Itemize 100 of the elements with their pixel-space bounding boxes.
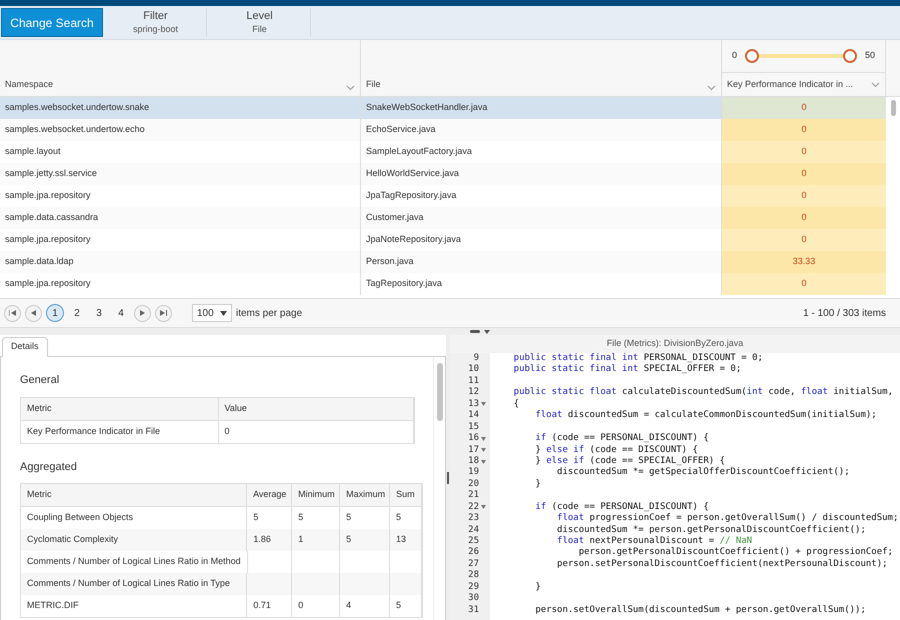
last-page-button[interactable] <box>155 304 172 322</box>
toolbar-item[interactable]: Filter spring-boot <box>105 8 207 37</box>
page-button[interactable]: 2 <box>68 304 86 322</box>
code-line: person.setOverallSum(discountedSum + person.getOverallSum()); <box>534 604 867 616</box>
column-header: Average <box>247 484 292 506</box>
chevron-icon[interactable] <box>871 82 880 88</box>
fold-arrow-icon[interactable] <box>481 436 486 441</box>
code-line: { <box>512 398 520 410</box>
table-row[interactable]: samples.websocket.undertow.snake SnakeWebSocketHandler.java 0 <box>0 97 886 119</box>
slider-thumb[interactable] <box>745 49 760 63</box>
code-line: } else if (code == DISCOUNT) { <box>534 444 699 456</box>
page-button[interactable]: 3 <box>90 304 108 322</box>
line-number: 31 <box>468 604 479 616</box>
line-number: 29 <box>468 582 479 593</box>
line-number: 13 <box>468 398 479 410</box>
table-cell: 5 <box>390 595 422 617</box>
pager-summary: 1 - 100 / 303 items <box>803 306 887 320</box>
chevron-icon[interactable] <box>346 85 355 91</box>
first-page-button[interactable] <box>4 304 21 322</box>
code-line: if (code == PERSONAL_DISCOUNT) { <box>534 433 710 444</box>
line-number: 18 <box>468 456 479 467</box>
items-per-page-label: items per page <box>236 306 302 320</box>
column-header[interactable]: File <box>361 40 722 96</box>
line-number: 10 <box>468 364 479 376</box>
code-line: float progressionCoef = person.getOverallSum() / discountedSum; <box>556 513 900 525</box>
line-number: 16 <box>468 433 479 445</box>
table-cell: 0 <box>722 119 886 141</box>
slider-thumb[interactable] <box>842 49 857 63</box>
line-number: 21 <box>468 490 479 502</box>
column-header[interactable]: Namespace <box>0 40 361 96</box>
column-header: Metric <box>21 484 248 506</box>
slider-min-label: 0 <box>732 49 738 62</box>
last-page-icon <box>160 310 167 316</box>
fold-arrow-icon[interactable] <box>481 448 486 452</box>
line-number: 25 <box>468 536 479 547</box>
table-cell: Key Performance Indicator in File <box>21 420 218 442</box>
previous-page-button[interactable] <box>25 304 42 322</box>
table-cell: METRIC.DIF <box>21 595 248 617</box>
code-line: public static final int SPECIAL_OFFER = 0; <box>512 364 742 376</box>
code-line: float discountedSum = calculateCommonDiscountedSum(initialSum); <box>534 410 878 422</box>
page-size-dropdown[interactable]: 100 <box>192 304 232 322</box>
change-search-button[interactable]: Change Search <box>1 8 103 37</box>
code-line: if (code == PERSONAL_DISCOUNT) { <box>534 502 710 513</box>
column-header: Value <box>218 398 414 420</box>
line-number: 22 <box>468 502 479 513</box>
table-cell: 33.33 <box>722 251 886 273</box>
line-number: 17 <box>468 444 479 456</box>
section-title: Aggregated <box>20 460 78 474</box>
table-cell: 0 <box>722 97 886 119</box>
column-header: Maximum <box>340 484 390 506</box>
dropdown-arrow-icon[interactable] <box>220 310 227 316</box>
scrollbar-thumb[interactable] <box>890 100 896 116</box>
fold-arrow-icon[interactable] <box>481 460 486 464</box>
table-cell: 0 <box>722 163 886 185</box>
page-button[interactable]: 4 <box>112 304 130 322</box>
line-number: 20 <box>468 478 479 490</box>
line-number: 23 <box>468 513 479 525</box>
table-row[interactable]: sample.jetty.ssl.service HelloWorldService.java 0 <box>0 163 886 185</box>
line-number: 24 <box>468 524 479 536</box>
line-number: 30 <box>468 593 479 605</box>
code-line: public static final int PERSONAL_DISCOUNT = 0; <box>512 353 764 364</box>
section-title: General <box>20 373 60 388</box>
line-number: 28 <box>468 570 479 582</box>
line-number: 26 <box>468 547 479 559</box>
chevron-icon[interactable] <box>707 85 716 91</box>
toolbar-item[interactable]: Level File <box>209 8 311 37</box>
table-cell: 0.71 <box>247 595 292 617</box>
splitter-handle-icon[interactable] <box>447 472 449 484</box>
code-line: float nextPersounalDiscount = // NaN <box>556 536 754 547</box>
line-number: 19 <box>468 467 479 479</box>
column-header[interactable]: Key Performance Indicator in ... <box>722 73 885 96</box>
column-header: Metric <box>21 398 218 420</box>
table-cell: 0 <box>292 595 340 617</box>
next-page-icon <box>140 310 145 316</box>
editor-title: File (Metrics): DivisionByZero.java <box>450 335 900 353</box>
next-page-button[interactable] <box>134 304 151 322</box>
line-number: 9 <box>474 353 479 364</box>
code-line: } <box>534 478 542 490</box>
table-cell: 0 <box>722 185 886 207</box>
line-number: 27 <box>468 558 479 570</box>
fold-arrow-icon[interactable] <box>481 402 486 406</box>
table-row[interactable]: sample.data.ldap Person.java 33.33 <box>0 251 886 273</box>
fold-arrow-icon[interactable] <box>481 505 486 510</box>
line-number: 12 <box>468 387 479 399</box>
table-row[interactable]: samples.websocket.undertow.echo EchoService.java 0 <box>0 119 886 141</box>
code-line: } else if (code == SPECIAL_OFFER) { <box>534 456 726 467</box>
collapse-arrow-icon[interactable] <box>484 330 490 334</box>
range-slider[interactable] <box>745 49 857 63</box>
table-row[interactable]: sample.data.cassandra Customer.java 0 <box>0 207 886 229</box>
page-button[interactable]: 1 <box>46 304 64 322</box>
details-tab[interactable]: Details <box>2 337 48 357</box>
splitter-handle-icon[interactable] <box>470 330 480 333</box>
code-line: person.setPersonalDiscountCoefficient(nextPersounalDiscount); <box>556 558 889 570</box>
table-cell: sample.jpa.repository <box>0 273 361 295</box>
column-header: Sum <box>390 484 422 506</box>
scrollbar-thumb[interactable] <box>436 363 442 421</box>
previous-page-icon <box>31 310 36 316</box>
line-number: 14 <box>468 410 479 422</box>
line-number: 11 <box>468 376 479 387</box>
code-line: person.getPersonalDiscountCoefficient() + progressionCoef; <box>578 547 894 559</box>
